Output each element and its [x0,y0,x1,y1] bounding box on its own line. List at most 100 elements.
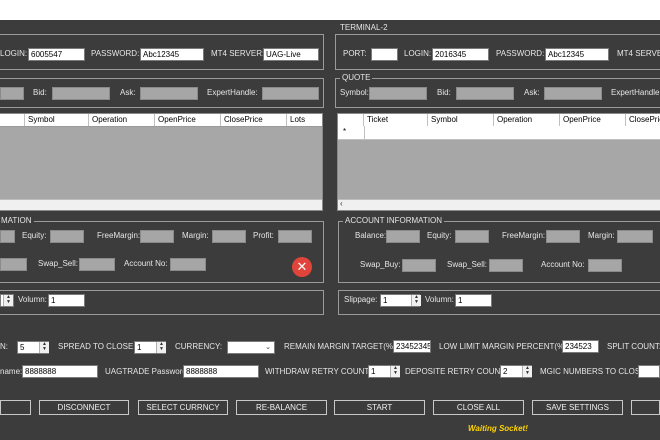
name-label: name: [0,367,23,376]
terminal1-grid-col-operation[interactable]: Operation [89,114,155,126]
remain-margin-label: REMAIN MARGIN TARGET(%): [284,342,398,351]
terminal2-login-input[interactable]: 2016345 [432,48,489,61]
spin-down-icon[interactable]: ▼ [159,347,164,352]
terminal1-server-input[interactable]: UAG-Live [263,48,319,61]
terminal2-symbol-label: Symbol: [340,88,369,97]
magic-numbers-label: MGIC NUMBERS TO CLOSE [540,367,646,376]
terminal2-grid-col-blank [338,114,364,126]
withdraw-stepper-arrows[interactable]: ▲ ▼ [390,366,400,377]
terminal2-balance-field [386,230,420,243]
terminal2-swap-buy-label: Swap_Buy: [360,260,401,269]
uag-password-input[interactable]: 8888888 [183,365,259,378]
terminal1-margin-label: Margin: [182,231,209,240]
terminal2-expert-label: ExpertHandle: [611,88,660,97]
terminal1-password-input[interactable]: Abc12345 [140,48,204,61]
terminal2-password-label: PASSWORD: [496,49,545,58]
save-settings-button[interactable]: SAVE SETTINGS [532,400,623,415]
terminal1-login-input[interactable]: 6005547 [28,48,85,61]
terminal1-swap-buy-field [0,258,27,271]
spin-down-icon[interactable]: ▼ [525,371,530,376]
scroll-left-icon[interactable]: ‹ [340,199,343,208]
terminal1-grid-col-lots[interactable]: Lots [287,114,322,126]
connect-button[interactable] [0,400,31,415]
low-limit-label: LOW LIMIT MARGIN PERCENT(%): [439,342,570,351]
terminal2-slippage-arrows[interactable]: ▲ ▼ [411,295,421,306]
chevron-down-icon[interactable]: ⌄ [265,343,271,351]
terminal2-grid-col-openprice[interactable]: OpenPrice [560,114,626,126]
withdraw-retry-label: WITHDRAW RETRY COUNT: [265,367,371,376]
remain-margin-input[interactable]: 23452345 [393,340,431,353]
terminal2-grid-col-ticket[interactable]: Ticket [364,114,428,126]
terminal2-freemargin-field [546,230,580,243]
window-top-bar [0,0,660,20]
terminal2-equity-field [455,230,489,243]
rebalance-button[interactable]: RE-BALANCE [236,400,327,415]
spin-down-icon[interactable]: ▼ [414,300,419,305]
terminal2-swap-buy-field [402,259,436,272]
name-input[interactable]: 8888888 [22,365,98,378]
low-limit-input[interactable]: 234523 [562,340,599,353]
spin-down-icon[interactable]: ▼ [393,371,398,376]
terminal2-quote-title: QUOTE [340,73,373,83]
spread-stepper-arrows[interactable]: ▲ ▼ [156,342,166,353]
terminal1-slippage-stepper[interactable]: ▲ ▼ [0,294,14,307]
disconnect-button[interactable]: DISCONNECT [39,400,129,415]
spin-down-icon[interactable]: ▼ [42,347,47,352]
terminal1-margin-field [212,230,246,243]
terminal1-grid-col-openprice[interactable]: OpenPrice [155,114,221,126]
terminal2-swap-sell-label: Swap_Sell: [447,260,488,269]
terminal1-orders-grid[interactable]: Symbol Operation OpenPrice ClosePrice Lo… [0,113,323,211]
terminal2-title: TERMINAL-2 [338,23,390,33]
terminal1-bid-label: Bid: [33,88,47,97]
terminal2-port-label: PORT: [343,49,367,58]
terminal2-volumn-input[interactable]: 1 [455,294,492,307]
terminal2-margin-field [617,230,653,243]
terminal1-symbol-field[interactable] [0,87,24,100]
terminal2-symbol-field[interactable] [369,87,427,100]
new-row-marker: * [343,127,347,136]
terminal1-account-title: MATION [0,216,34,226]
table-row[interactable]: * [338,126,660,140]
uag-password-label: UAGTRADE Password: [105,367,190,376]
terminal1-swap-sell-field [79,258,115,271]
terminal2-slippage-label: Slippage: [344,295,378,304]
close-x-icon[interactable]: ✕ [292,257,312,277]
terminal2-bid-field[interactable] [456,87,514,100]
terminal2-account-no-label: Account No: [541,260,585,269]
terminal2-login-label: LOGIN: [404,49,432,58]
terminal1-ask-field[interactable] [140,87,198,100]
terminal1-grid-col-blank [0,114,25,126]
terminal2-account-title: ACCOUNT INFORMATION [343,216,445,226]
terminal2-ask-field[interactable] [544,87,602,100]
terminal2-password-input[interactable]: Abc12345 [545,48,609,61]
deposite-retry-label: DEPOSITE RETRY COUNT: [405,367,507,376]
start-button[interactable]: START [334,400,425,415]
terminal2-grid-col-operation[interactable]: Operation [494,114,560,126]
terminal1-grid-scrollbar[interactable] [0,199,322,210]
terminal2-port-input[interactable] [371,48,398,61]
terminal1-volumn-input[interactable]: 1 [48,294,85,307]
terminal2-grid-scrollbar[interactable]: ‹ [338,199,660,210]
extra-button[interactable] [631,400,660,415]
close-all-button[interactable]: CLOSE ALL [433,400,524,415]
terminal2-server-label: MT4 SERVER: [617,49,660,58]
terminal1-profit-field [278,230,312,243]
currency-select[interactable]: ⌄ [227,341,275,354]
terminal2-grid-col-symbol[interactable]: Symbol [428,114,494,126]
deposite-stepper-arrows[interactable]: ▲ ▼ [522,366,532,377]
terminal2-swap-sell-field [489,259,523,272]
terminal1-ask-label: Ask: [120,88,136,97]
n-stepper-arrows[interactable]: ▲ ▼ [39,342,49,353]
terminal2-grid-col-closeprice[interactable]: ClosePrice [626,114,660,126]
terminal1-profit-label: Profit: [253,231,274,240]
terminal2-bid-label: Bid: [437,88,451,97]
terminal1-grid-col-closeprice[interactable]: ClosePrice [221,114,287,126]
terminal1-bid-field[interactable] [52,87,110,100]
terminal1-freemargin-field [140,230,174,243]
terminal1-grid-col-symbol[interactable]: Symbol [25,114,89,126]
terminal1-freemargin-label: FreeMargin: [97,231,141,240]
terminal2-orders-grid[interactable]: Ticket Symbol Operation OpenPrice CloseP… [337,113,660,211]
select-currency-button[interactable]: SELECT CURRNCY [138,400,228,415]
magic-numbers-input[interactable] [638,365,660,378]
terminal1-expert-field[interactable] [262,87,319,100]
